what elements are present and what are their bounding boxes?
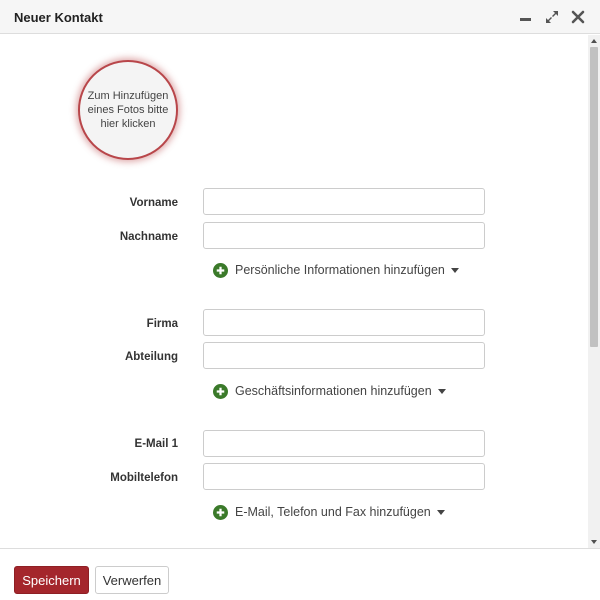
window-title: Neuer Kontakt <box>14 10 103 25</box>
expand-icon[interactable] <box>543 8 561 26</box>
scrollbar-thumb[interactable] <box>590 47 598 347</box>
scroll-up-icon[interactable] <box>588 35 600 47</box>
caret-down-icon <box>437 388 446 394</box>
vorname-label: Vorname <box>129 197 178 209</box>
dialog-footer: Speichern Verwerfen <box>0 548 600 600</box>
minimize-icon[interactable] <box>517 8 535 26</box>
add-personal-info-link[interactable]: Persönliche Informationen hinzufügen <box>213 261 459 279</box>
mobiltelefon-input[interactable] <box>203 463 485 490</box>
vertical-scrollbar[interactable] <box>588 35 600 548</box>
photo-upload-text: Zum Hinzufügen eines Fotos bitte hier kl… <box>87 90 169 130</box>
abteilung-label: Abteilung <box>124 351 178 363</box>
discard-button[interactable]: Verwerfen <box>95 566 169 594</box>
photo-upload[interactable]: Zum Hinzufügen eines Fotos bitte hier kl… <box>78 60 178 160</box>
mobiltelefon-label: Mobiltelefon <box>110 472 178 484</box>
nachname-input[interactable] <box>203 222 485 249</box>
add-business-info-link[interactable]: Geschäftsinformationen hinzufügen <box>213 382 446 400</box>
firma-label: Firma <box>146 318 178 330</box>
vorname-input[interactable] <box>203 188 485 215</box>
plus-circle-icon <box>213 383 228 399</box>
plus-circle-icon <box>213 504 228 520</box>
caret-down-icon <box>436 509 445 515</box>
email1-input[interactable] <box>203 430 485 457</box>
add-business-info-label: Geschäftsinformationen hinzufügen <box>235 384 432 398</box>
email1-label: E-Mail 1 <box>134 438 178 450</box>
add-contact-info-link[interactable]: E-Mail, Telefon und Fax hinzufügen <box>213 503 445 521</box>
window-titlebar: Neuer Kontakt <box>0 0 600 34</box>
nachname-label: Nachname <box>119 231 178 243</box>
save-button[interactable]: Speichern <box>14 566 89 594</box>
add-personal-info-label: Persönliche Informationen hinzufügen <box>235 263 445 277</box>
add-contact-info-label: E-Mail, Telefon und Fax hinzufügen <box>235 505 431 519</box>
form-content: Zum Hinzufügen eines Fotos bitte hier kl… <box>0 35 588 548</box>
caret-down-icon <box>450 267 459 273</box>
plus-circle-icon <box>213 262 228 278</box>
abteilung-input[interactable] <box>203 342 485 369</box>
firma-input[interactable] <box>203 309 485 336</box>
close-icon[interactable] <box>569 8 587 26</box>
scroll-down-icon[interactable] <box>588 536 600 548</box>
